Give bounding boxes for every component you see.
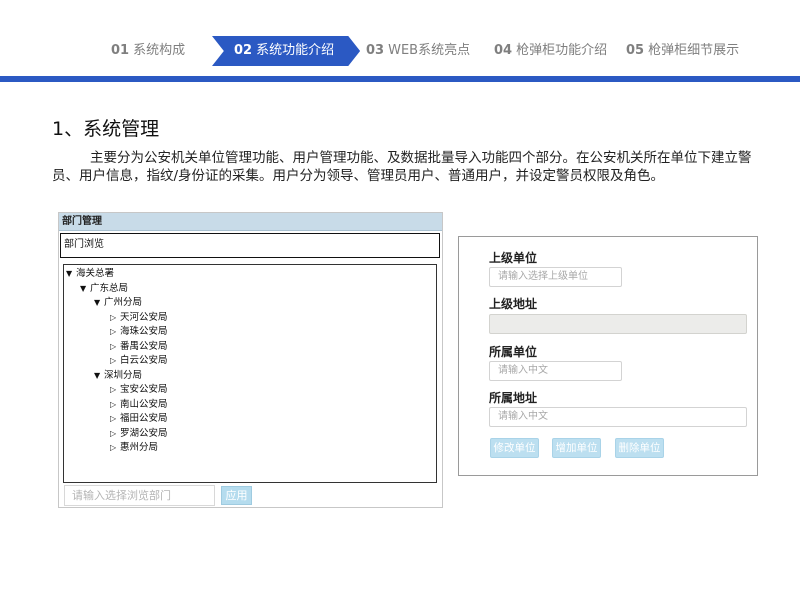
nav-item-label: 系统构成 xyxy=(133,43,186,58)
dept-tree: ▼ 海关总署 ▼ 广东总局 ▼ 广州分局 ▷ 天河公安局 ▷ 海珠公安局 ▷ 番禺公安局 ▷ 白云公安局 ▼… xyxy=(66,267,168,456)
nav-item-number: 01 xyxy=(111,43,130,58)
modify-unit-button[interactable]: 修改单位 xyxy=(490,438,539,458)
nav-item-web-highlights[interactable]: 03 WEB系统亮点 xyxy=(366,36,470,66)
tree-node-label: 天河公安局 xyxy=(120,311,168,323)
tree-node-label: 罗湖公安局 xyxy=(120,427,168,439)
address-label: 所属地址 xyxy=(489,391,538,405)
caret-down-icon[interactable]: ▼ xyxy=(94,369,104,384)
nav-item-system-composition[interactable]: 01 系统构成 xyxy=(111,36,185,66)
nav-divider-bar xyxy=(0,76,800,82)
caret-right-icon[interactable]: ▷ xyxy=(110,398,120,413)
dept-management-panel: 部门管理 部门浏览 ▼ 海关总署 ▼ 广东总局 ▼ 广州分局 ▷ 天河公安局 ▷ 海珠公安局 ▷ 番禺… xyxy=(58,212,443,508)
nav-item-cabinet-details[interactable]: 05 枪弹柜细节展示 xyxy=(626,36,739,66)
unit-edit-panel: 上级单位 请输入选择上级单位 上级地址 所属单位 请输入中文 所属地址 请输入中… xyxy=(458,236,758,476)
delete-unit-button[interactable]: 删除单位 xyxy=(615,438,664,458)
tree-node-label: 宝安公安局 xyxy=(120,384,168,395)
parent-unit-label: 上级单位 xyxy=(489,251,538,265)
tree-node[interactable]: ▼ 广州分局 xyxy=(66,296,168,311)
caret-down-icon[interactable]: ▼ xyxy=(80,282,90,297)
tree-node-label: 福田公安局 xyxy=(120,413,168,424)
nav-item-cabinet-functions[interactable]: 04 枪弹柜功能介绍 xyxy=(494,36,607,66)
dept-panel-header: 部门管理 xyxy=(59,213,442,231)
parent-address-input xyxy=(489,314,747,334)
tree-node[interactable]: ▷ 宝安公安局 xyxy=(66,383,168,398)
caret-right-icon[interactable]: ▷ xyxy=(110,311,120,326)
tree-node[interactable]: ▼ 广东总局 xyxy=(66,282,168,297)
tree-node-label: 广州分局 xyxy=(104,297,143,308)
nav-item-number: 05 xyxy=(626,43,645,58)
nav-item-label: WEB系统亮点 xyxy=(388,43,471,58)
nav-item-number: 04 xyxy=(494,43,513,58)
tree-node[interactable]: ▷ 福田公安局 xyxy=(66,412,168,427)
tree-node-label: 海珠公安局 xyxy=(120,326,168,337)
parent-unit-input[interactable]: 请输入选择上级单位 xyxy=(489,267,622,287)
dept-browse-tab[interactable]: 部门浏览 xyxy=(60,233,440,258)
parent-address-label: 上级地址 xyxy=(489,297,538,311)
caret-right-icon[interactable]: ▷ xyxy=(110,427,120,442)
tree-node[interactable]: ▷ 天河公安局 xyxy=(66,311,168,326)
tree-node-label: 南山公安局 xyxy=(120,398,168,410)
tree-node-label: 广东总局 xyxy=(90,282,129,294)
tree-node[interactable]: ▷ 南山公安局 xyxy=(66,398,168,413)
dept-search-input[interactable]: 请输入选择浏览部门 xyxy=(64,485,215,506)
nav-item-number: 03 xyxy=(366,43,385,58)
tree-node-label: 海关总署 xyxy=(76,268,115,279)
tree-node[interactable]: ▷ 白云公安局 xyxy=(66,354,168,369)
nav-item-number: 02 xyxy=(234,43,253,58)
caret-right-icon[interactable]: ▷ xyxy=(110,412,120,427)
dept-tree-box: ▼ 海关总署 ▼ 广东总局 ▼ 广州分局 ▷ 天河公安局 ▷ 海珠公安局 ▷ 番禺公安局 ▷ 白云公安局 ▼… xyxy=(63,264,437,483)
caret-right-icon[interactable]: ▷ xyxy=(110,325,120,340)
nav-item-system-functions[interactable]: 02 系统功能介绍 xyxy=(212,36,361,66)
tree-node[interactable]: ▷ 海珠公安局 xyxy=(66,325,168,340)
address-input[interactable]: 请输入中文 xyxy=(489,407,747,427)
caret-right-icon[interactable]: ▷ xyxy=(110,441,120,456)
tree-node[interactable]: ▼ 深圳分局 xyxy=(66,369,168,384)
add-unit-button[interactable]: 增加单位 xyxy=(552,438,601,458)
tree-node-label: 白云公安局 xyxy=(120,355,168,366)
nav-item-label: 枪弹柜功能介绍 xyxy=(516,43,608,58)
tree-node[interactable]: ▷ 罗湖公安局 xyxy=(66,427,168,442)
unit-label: 所属单位 xyxy=(489,345,538,359)
tree-node-label: 深圳分局 xyxy=(104,369,143,381)
caret-right-icon[interactable]: ▷ xyxy=(110,340,120,355)
tree-node[interactable]: ▼ 海关总署 xyxy=(66,267,168,282)
caret-down-icon[interactable]: ▼ xyxy=(66,267,76,282)
section-title: 1、系统管理 xyxy=(52,118,160,140)
tree-node-label: 番禺公安局 xyxy=(120,340,168,352)
tree-node[interactable]: ▷ 番禺公安局 xyxy=(66,340,168,355)
section-description: 主要分为公安机关单位管理功能、用户管理功能、及数据批量导入功能四个部分。在公安机… xyxy=(52,150,752,184)
unit-input[interactable]: 请输入中文 xyxy=(489,361,622,381)
nav-item-label: 系统功能介绍 xyxy=(256,43,335,58)
caret-down-icon[interactable]: ▼ xyxy=(94,296,104,311)
caret-right-icon[interactable]: ▷ xyxy=(110,383,120,398)
caret-right-icon[interactable]: ▷ xyxy=(110,354,120,369)
nav-item-label: 枪弹柜细节展示 xyxy=(648,43,740,58)
tree-node[interactable]: ▷ 惠州分局 xyxy=(66,441,168,456)
top-navigation: 01 系统构成 02 系统功能介绍 03 WEB系统亮点 04 枪弹柜功能介绍 05 枪弹… xyxy=(0,0,800,82)
apply-button[interactable]: 应用 xyxy=(221,486,252,505)
tree-node-label: 惠州分局 xyxy=(120,442,159,453)
